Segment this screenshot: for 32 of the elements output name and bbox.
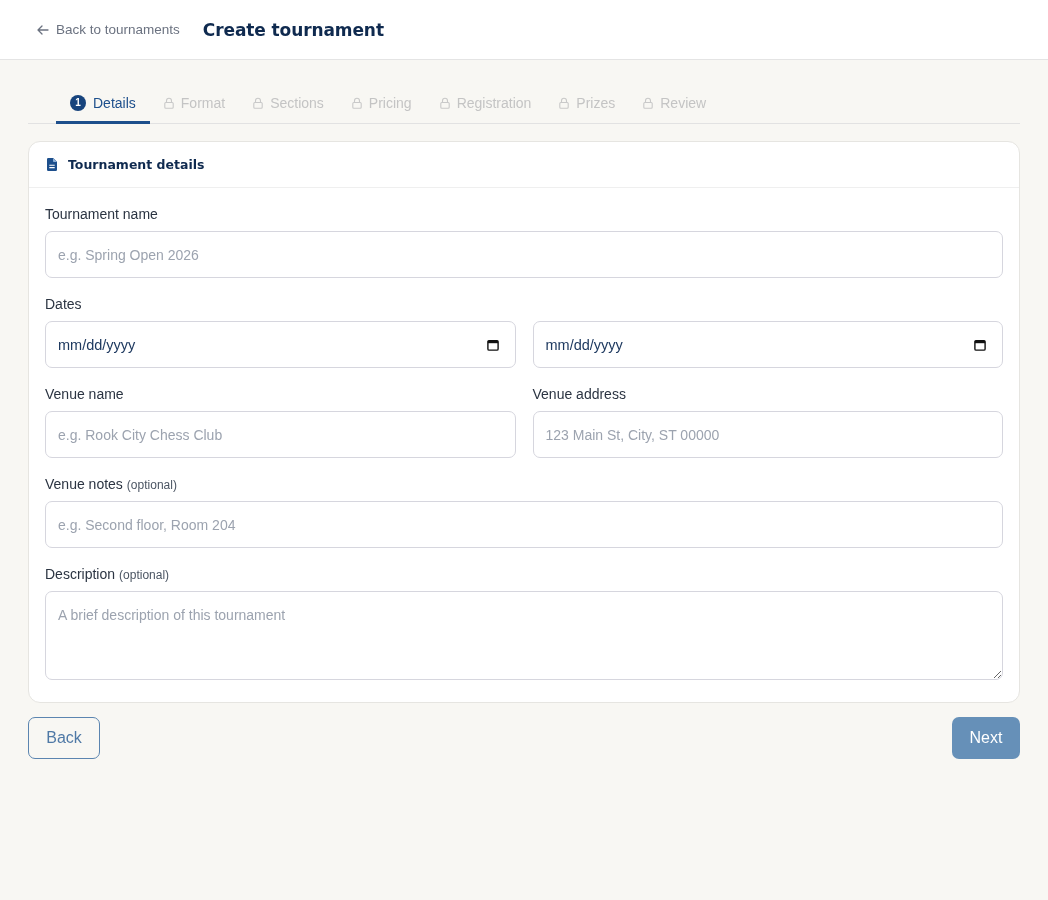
back-link[interactable]: Back to tournaments (37, 22, 180, 37)
text-input-field[interactable]: e.g. Second floor, Room 204 (45, 501, 1003, 548)
text-input-field[interactable]: 123 Main St, City, ST 00000 (532, 411, 1003, 458)
lock-icon (643, 96, 654, 109)
field-label: Dates (45, 296, 82, 312)
date-field[interactable]: mm/dd/yyyy (45, 321, 516, 368)
date-field[interactable]: mm/dd/yyyy (532, 321, 1003, 368)
field-label: Venue name (45, 386, 124, 402)
lock-icon (559, 96, 570, 109)
step-number-badge: 1 (70, 94, 86, 111)
arrow-left-icon (37, 24, 49, 35)
text-input-field[interactable]: e.g. Rook City Chess Club (45, 411, 516, 458)
field-label: Description (45, 566, 116, 582)
field-label: Tournament name (45, 206, 158, 222)
page-title: Create tournament (202, 19, 384, 40)
step-label: Details (93, 94, 136, 111)
back-button[interactable]: Back (28, 717, 100, 759)
card-title: Tournament details (68, 157, 205, 172)
description-textarea[interactable]: A brief description of this tournament (45, 591, 1003, 680)
lock-icon (351, 96, 362, 109)
calendar-icon (486, 338, 499, 351)
calendar-icon (974, 338, 986, 351)
optional-hint: (optional) (119, 568, 170, 582)
lock-icon (253, 96, 264, 109)
document-icon (47, 158, 57, 171)
lock-icon (439, 96, 450, 109)
lock-icon (163, 96, 174, 109)
field-label: Venue address (532, 386, 626, 402)
step-tab[interactable]: 1 Details (56, 84, 150, 124)
field-label: Venue notes (45, 476, 123, 492)
optional-hint: (optional) (126, 478, 177, 492)
text-input-field[interactable]: e.g. Spring Open 2026 (45, 231, 1003, 278)
